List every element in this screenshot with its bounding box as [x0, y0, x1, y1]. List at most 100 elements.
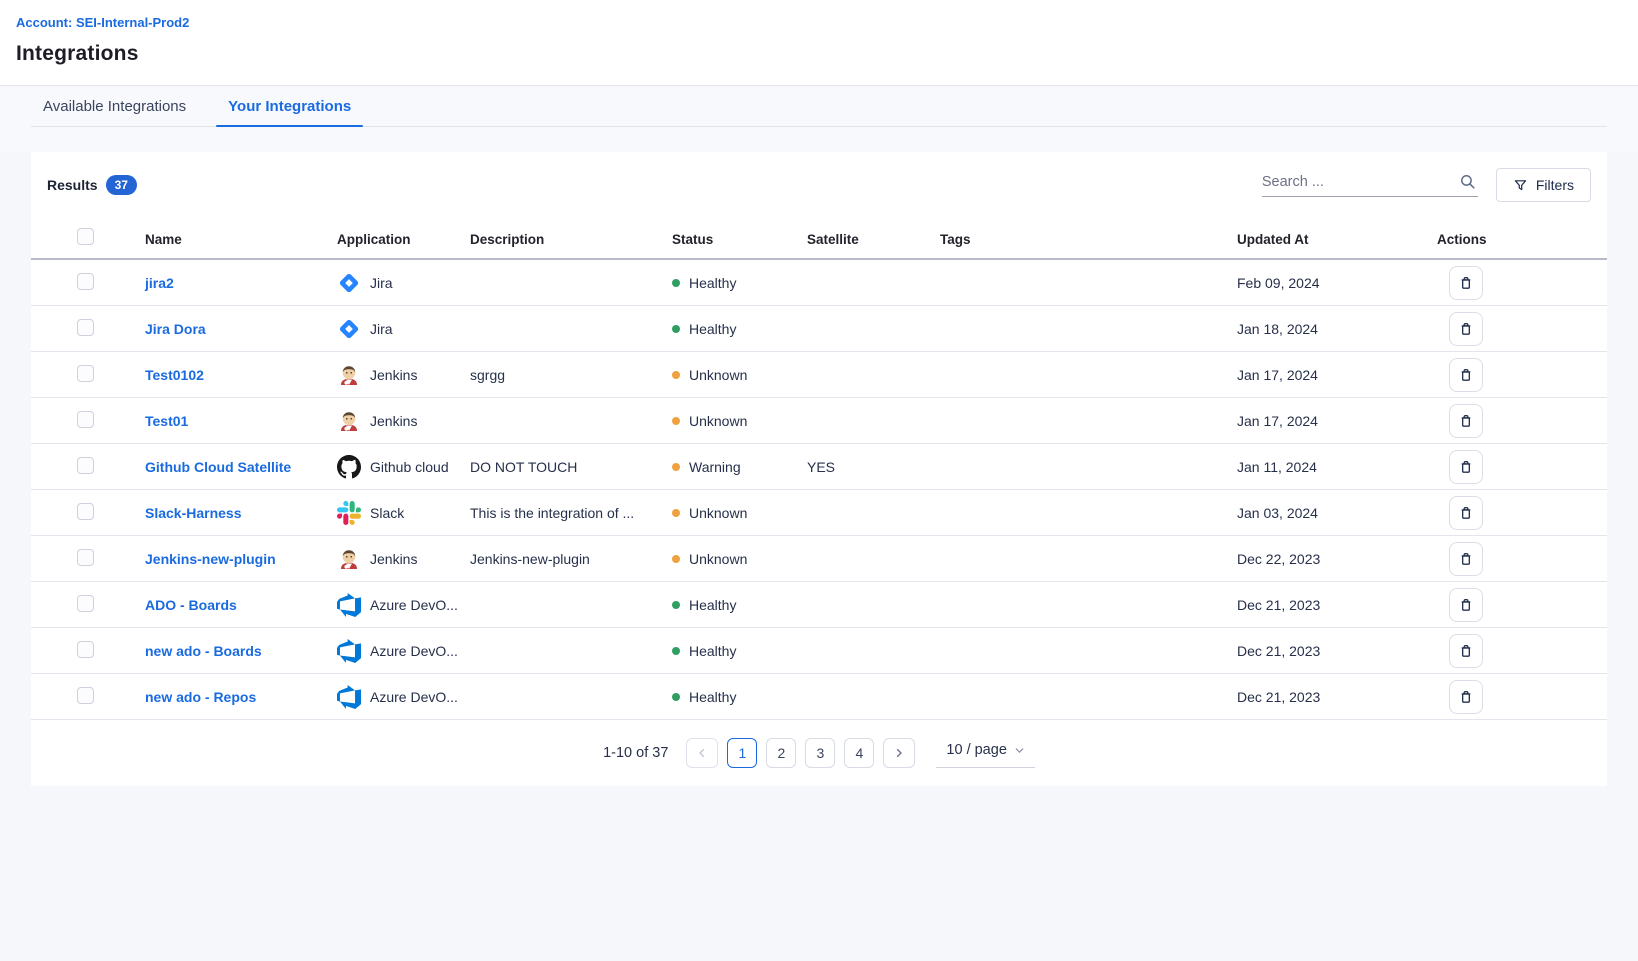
tab-your-integrations[interactable]: Your Integrations	[216, 86, 363, 126]
delete-button[interactable]	[1449, 542, 1483, 576]
column-header-name: Name	[145, 232, 337, 247]
status-dot	[672, 509, 680, 517]
integration-name-link[interactable]: Jenkins-new-plugin	[145, 551, 276, 567]
integration-name-link[interactable]: ADO - Boards	[145, 597, 237, 613]
delete-button[interactable]	[1449, 312, 1483, 346]
application-label: Azure DevO...	[370, 689, 458, 705]
jenkins-logo-icon	[337, 363, 361, 387]
trash-icon	[1457, 688, 1475, 706]
updated-at-value: Dec 22, 2023	[1237, 551, 1437, 567]
delete-button[interactable]	[1449, 404, 1483, 438]
table-row: new ado - Boards Azure DevO... Healthy D…	[31, 628, 1607, 674]
table-row: Github Cloud Satellite Github cloud DO N…	[31, 444, 1607, 490]
page-number-button-1[interactable]: 1	[727, 738, 757, 768]
page-size-select[interactable]: 10 / page	[936, 737, 1034, 768]
page-number-button-3[interactable]: 3	[805, 738, 835, 768]
integration-name-link[interactable]: Test01	[145, 413, 188, 429]
status-dot	[672, 463, 680, 471]
table-row: Slack-Harness Slack This is the integrat…	[31, 490, 1607, 536]
status-label: Healthy	[689, 597, 736, 613]
description-text: This is the integration of ...	[470, 505, 672, 521]
search-box	[1262, 173, 1478, 197]
application-label: Jenkins	[370, 367, 417, 383]
trash-icon	[1457, 596, 1475, 614]
trash-icon	[1457, 412, 1475, 430]
delete-button[interactable]	[1449, 680, 1483, 714]
row-checkbox[interactable]	[77, 503, 94, 520]
search-input[interactable]	[1262, 174, 1459, 190]
page-size-label: 10 / page	[946, 742, 1006, 758]
column-header-status: Status	[672, 232, 807, 247]
trash-icon	[1457, 274, 1475, 292]
delete-button[interactable]	[1449, 588, 1483, 622]
status-label: Unknown	[689, 505, 747, 521]
status-dot	[672, 693, 680, 701]
table-header-row: Name Application Description Status Sate…	[31, 220, 1607, 260]
filter-funnel-icon	[1513, 178, 1528, 193]
status-dot	[672, 279, 680, 287]
integration-name-link[interactable]: new ado - Boards	[145, 643, 262, 659]
pagination-range-label: 1-10 of 37	[603, 745, 668, 761]
tab-bar: Available Integrations Your Integrations	[0, 86, 1638, 127]
integration-name-link[interactable]: Test0102	[145, 367, 204, 383]
table-row: Jira Dora Jira Healthy Jan 18, 2024	[31, 306, 1607, 352]
row-checkbox[interactable]	[77, 319, 94, 336]
trash-icon	[1457, 458, 1475, 476]
row-checkbox[interactable]	[77, 457, 94, 474]
jira-logo-icon	[337, 271, 361, 295]
delete-button[interactable]	[1449, 450, 1483, 484]
row-checkbox[interactable]	[77, 365, 94, 382]
table-row: Test0102 Jenkins sgrgg Unknown Jan 17, 2…	[31, 352, 1607, 398]
filters-button-label: Filters	[1536, 177, 1574, 193]
row-checkbox[interactable]	[77, 641, 94, 658]
trash-icon	[1457, 366, 1475, 384]
page-number-button-2[interactable]: 2	[766, 738, 796, 768]
delete-button[interactable]	[1449, 358, 1483, 392]
table-row: Jenkins-new-plugin Jenkins Jenkins-new-p…	[31, 536, 1607, 582]
page-header: Account: SEI-Internal-Prod2 Integrations	[0, 0, 1638, 86]
select-all-checkbox[interactable]	[77, 228, 94, 245]
integration-name-link[interactable]: new ado - Repos	[145, 689, 256, 705]
jenkins-logo-icon	[337, 409, 361, 433]
row-checkbox[interactable]	[77, 595, 94, 612]
integration-name-link[interactable]: Github Cloud Satellite	[145, 459, 291, 475]
status-label: Warning	[689, 459, 741, 475]
results-label: Results	[47, 177, 98, 193]
row-checkbox[interactable]	[77, 273, 94, 290]
status-dot	[672, 325, 680, 333]
table-row: jira2 Jira Healthy Feb 09, 2024	[31, 260, 1607, 306]
slack-logo-icon	[337, 501, 361, 525]
row-checkbox[interactable]	[77, 411, 94, 428]
azure-devops-logo-icon	[337, 685, 361, 709]
chevron-left-icon	[696, 747, 708, 759]
integration-name-link[interactable]: Slack-Harness	[145, 505, 242, 521]
row-checkbox[interactable]	[77, 687, 94, 704]
account-breadcrumb-link[interactable]: Account: SEI-Internal-Prod2	[16, 15, 189, 30]
updated-at-value: Jan 17, 2024	[1237, 367, 1437, 383]
next-page-button[interactable]	[883, 738, 915, 768]
status-dot	[672, 647, 680, 655]
page-number-button-4[interactable]: 4	[844, 738, 874, 768]
table-row: new ado - Repos Azure DevO... Healthy De…	[31, 674, 1607, 720]
row-checkbox[interactable]	[77, 549, 94, 566]
integration-name-link[interactable]: jira2	[145, 275, 174, 291]
filters-button[interactable]: Filters	[1496, 168, 1591, 202]
github-logo-icon	[337, 455, 361, 479]
azure-devops-logo-icon	[337, 639, 361, 663]
updated-at-value: Dec 21, 2023	[1237, 643, 1437, 659]
results-count-badge: 37	[106, 175, 137, 195]
tab-available-integrations[interactable]: Available Integrations	[31, 86, 198, 126]
column-header-updated-at: Updated At	[1237, 232, 1437, 247]
delete-button[interactable]	[1449, 266, 1483, 300]
previous-page-button[interactable]	[686, 738, 718, 768]
status-label: Healthy	[689, 643, 736, 659]
status-dot	[672, 555, 680, 563]
application-label: Jenkins	[370, 413, 417, 429]
search-icon	[1459, 173, 1476, 190]
application-label: Jira	[370, 321, 393, 337]
table-body: jira2 Jira Healthy Feb 09, 2024 Jira Dor…	[31, 260, 1607, 720]
delete-button[interactable]	[1449, 496, 1483, 530]
page-buttons: 1234	[727, 738, 874, 768]
delete-button[interactable]	[1449, 634, 1483, 668]
integration-name-link[interactable]: Jira Dora	[145, 321, 206, 337]
